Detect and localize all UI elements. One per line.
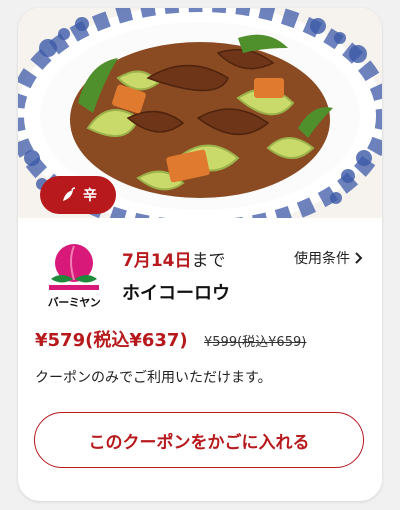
dish-photo: 辛 bbox=[18, 8, 382, 218]
terms-link[interactable]: 使用条件 bbox=[294, 248, 364, 268]
terms-label: 使用条件 bbox=[294, 251, 350, 267]
deadline-suffix: まで bbox=[191, 251, 226, 271]
coupon-deadline: 7月14日まで bbox=[122, 246, 226, 271]
usage-note: クーポンのみでご利用いただけます。 bbox=[35, 370, 272, 386]
spicy-badge: 辛 bbox=[40, 176, 116, 214]
product-name: ホイコーロウ bbox=[122, 283, 230, 304]
peach-logo-icon bbox=[49, 244, 99, 290]
chili-pepper-icon bbox=[63, 187, 76, 201]
coupon-card: 辛 バーミヤン 7月14日まで 使用条件 ホイコーロウ ¥579(税込¥637)… bbox=[18, 8, 382, 501]
brand-logo: バーミヤン bbox=[45, 241, 103, 311]
deadline-date: 7月14日 bbox=[122, 251, 192, 271]
brand-logo-text: バーミヤン bbox=[47, 296, 101, 309]
original-price: ¥599(税込¥659) bbox=[204, 335, 307, 350]
coupon-price: ¥579(税込¥637) bbox=[35, 330, 188, 351]
chevron-right-icon bbox=[355, 252, 363, 264]
spicy-badge-label: 辛 bbox=[83, 188, 97, 204]
add-to-cart-button[interactable]: このクーポンをかごに入れる bbox=[34, 412, 364, 468]
